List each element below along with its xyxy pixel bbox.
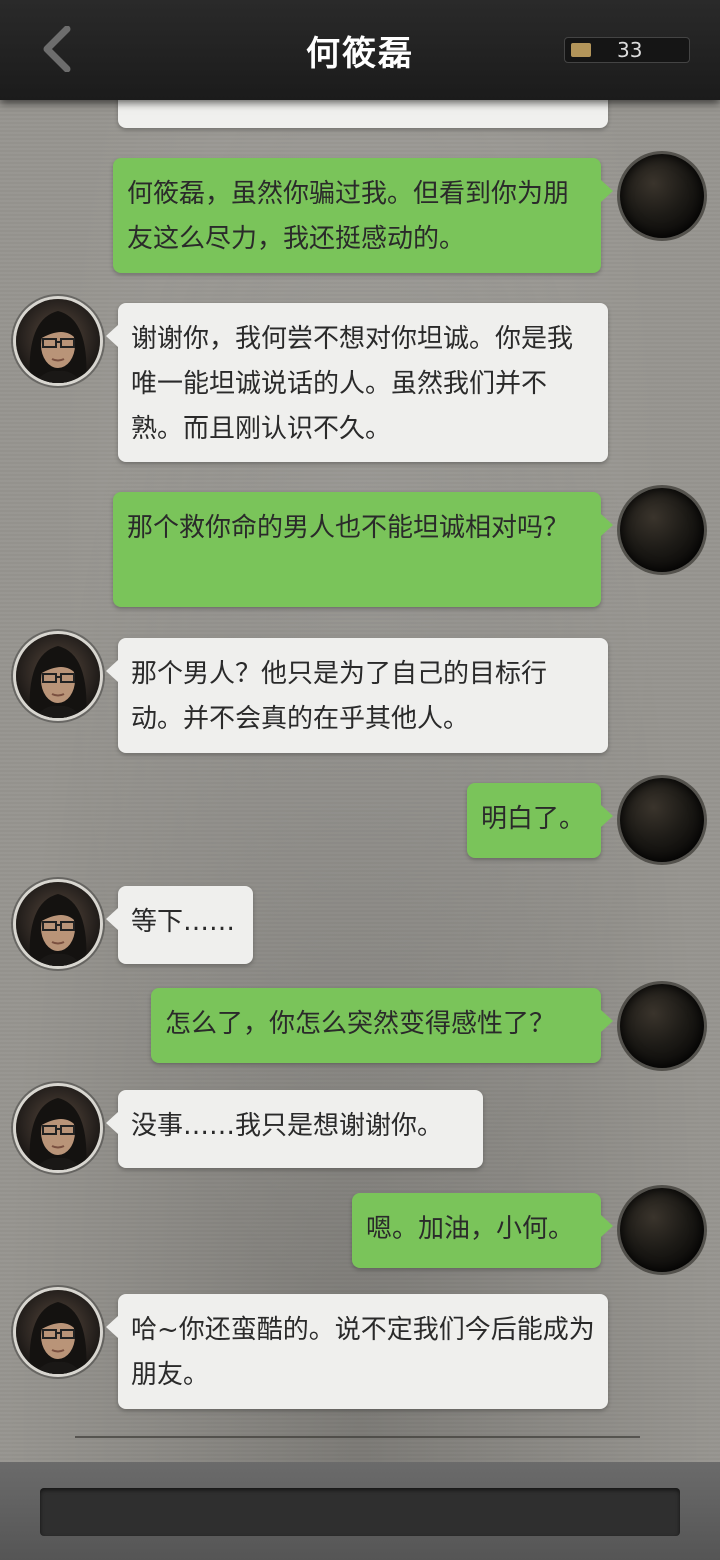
npc-portrait-icon (29, 894, 87, 966)
coin-counter: 33 (564, 37, 690, 63)
message-text: 谢谢你，我何尝不想对你坦诚。你是我唯一能坦诚说话的人。虽然我们并不熟。而且刚认识… (131, 324, 574, 444)
player-avatar[interactable] (620, 488, 704, 572)
npc-portrait-icon (29, 646, 87, 718)
player-avatar[interactable] (620, 1188, 704, 1272)
message-bubble-npc: 谢谢你，我何尝不想对你坦诚。你是我唯一能坦诚说话的人。虽然我们并不熟。而且刚认识… (106, 303, 608, 462)
npc-avatar[interactable] (16, 634, 100, 718)
coin-count: 33 (617, 38, 643, 62)
npc-portrait-icon (29, 311, 87, 383)
npc-avatar[interactable] (16, 882, 100, 966)
npc-portrait-icon (29, 1302, 87, 1374)
message-text: 明白了。 (481, 804, 586, 834)
message-bubble-player: 明白了。 (467, 783, 613, 858)
message-text: 那个救你命的男人也不能坦诚相对吗？ (127, 513, 570, 543)
player-avatar[interactable] (620, 778, 704, 862)
message-bubble-player: 何筱磊，虽然你骗过我。但看到你为朋友这么尽力，我还挺感动的。 (113, 158, 613, 273)
message-text: 等下…… (131, 907, 236, 937)
coin-icon (571, 43, 591, 57)
message-bubble-player: 嗯。加油，小何。 (352, 1193, 613, 1268)
message-text: 怎么了，你怎么突然变得感性了？ (165, 1009, 556, 1039)
message-bubble-npc: 哈~你还蛮酷的。说不定我们今后能成为朋友。 (106, 1294, 608, 1409)
npc-avatar[interactable] (16, 299, 100, 383)
chat-end-divider (75, 1436, 640, 1438)
message-text: 那个男人？他只是为了自己的目标行动。并不会真的在乎其他人。 (131, 659, 548, 734)
message-bubble-npc: 那个男人？他只是为了自己的目标行动。并不会真的在乎其他人。 (106, 638, 608, 753)
bottom-bar (0, 1462, 720, 1560)
player-avatar[interactable] (620, 154, 704, 238)
npc-avatar[interactable] (16, 1290, 100, 1374)
message-text: 没事……我只是想谢谢你。 (131, 1111, 444, 1141)
message-text: 嗯。加油，小何。 (366, 1214, 575, 1244)
message-bubble-player: 怎么了，你怎么突然变得感性了？ (151, 988, 613, 1063)
player-avatar[interactable] (620, 984, 704, 1068)
reply-input-box[interactable] (40, 1488, 680, 1536)
header-bar: 何筱磊 33 (0, 0, 720, 100)
message-bubble-npc: 没事……我只是想谢谢你。 (106, 1090, 483, 1168)
message-text: 何筱磊，虽然你骗过我。但看到你为朋友这么尽力，我还挺感动的。 (127, 179, 570, 254)
message-bubble-npc: 等下…… (106, 886, 253, 964)
message-text: 哈~你还蛮酷的。说不定我们今后能成为朋友。 (131, 1315, 595, 1390)
npc-avatar[interactable] (16, 1086, 100, 1170)
message-bubble-player: 那个救你命的男人也不能坦诚相对吗？ (113, 492, 613, 607)
npc-portrait-icon (29, 1098, 87, 1170)
